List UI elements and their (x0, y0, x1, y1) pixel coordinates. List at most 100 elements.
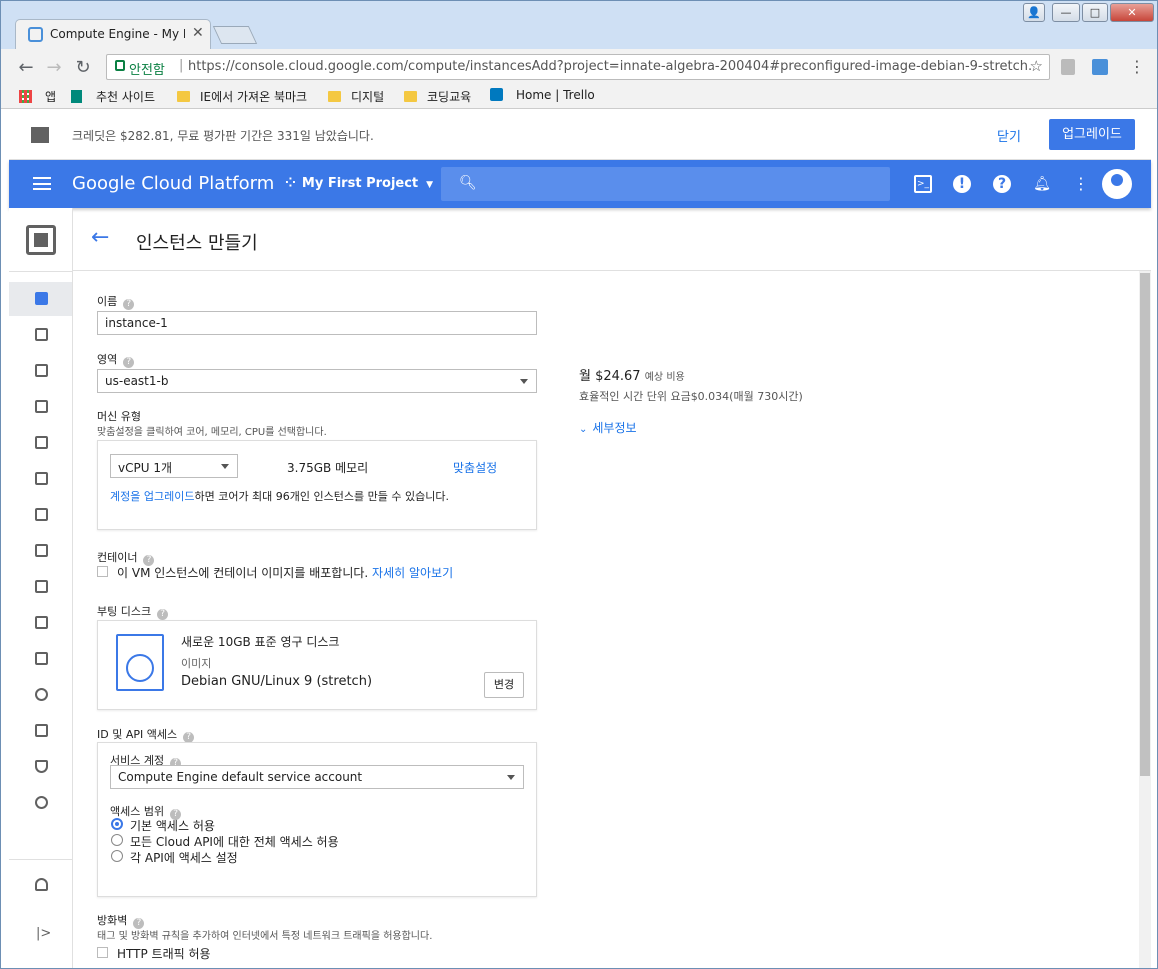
snapshots-icon[interactable] (35, 472, 48, 485)
dropdown-caret-icon (520, 379, 528, 384)
user-profile-button[interactable]: 👤 (1023, 3, 1045, 22)
help-icon[interactable]: ? (157, 609, 169, 620)
scope-radio-each[interactable] (111, 850, 123, 862)
scope-option-full[interactable]: 모든 Cloud API에 대한 전체 액세스 허용 (130, 833, 339, 850)
url-text[interactable]: https://console.cloud.google.com/compute… (188, 59, 1033, 74)
expand-sidebar-icon[interactable]: |> (36, 926, 51, 941)
brand-title[interactable]: Google Cloud Platform (72, 173, 274, 194)
bookmark-folder-coding[interactable]: 코딩교육 (404, 88, 471, 105)
operations-icon[interactable] (35, 688, 48, 701)
minimize-button[interactable]: — (1052, 3, 1080, 22)
cost-details-toggle[interactable]: ⌄ 세부정보 (579, 419, 637, 436)
metadata-icon[interactable] (35, 580, 48, 593)
dropdown-caret-icon (507, 775, 515, 780)
settings-icon[interactable] (35, 796, 48, 809)
security-scans-icon[interactable] (35, 760, 48, 773)
scope-option-default[interactable]: 기본 액세스 허용 (130, 817, 215, 834)
gift-icon (31, 127, 49, 143)
health-checks-icon[interactable] (35, 616, 48, 629)
images-icon[interactable] (35, 508, 48, 521)
search-bar[interactable]: 🔍︎ (441, 167, 890, 201)
bookmark-apps[interactable]: 앱 (19, 88, 56, 105)
browser-tab[interactable]: Compute Engine - My F ✕ (15, 19, 211, 49)
reload-icon[interactable]: ↻ (73, 57, 93, 78)
quotas-icon[interactable] (35, 724, 48, 737)
star-icon[interactable]: ☆ (1030, 57, 1043, 75)
scope-option-each[interactable]: 각 API에 액세스 설정 (130, 849, 238, 866)
tab-close-icon[interactable]: ✕ (192, 25, 204, 41)
upgrade-account-link[interactable]: 계정을 업그레이드 (110, 490, 194, 503)
service-account-select[interactable]: Compute Engine default service account (110, 765, 524, 789)
feedback-icon[interactable]: ! (953, 175, 971, 193)
expand-more-icon: ⌄ (579, 424, 588, 435)
secure-label: 안전함 (129, 63, 165, 78)
disks-icon[interactable] (35, 436, 48, 449)
zone-select[interactable]: us-east1-b (97, 369, 537, 393)
customize-link[interactable]: 맞춤설정 (453, 459, 497, 476)
translate-extension-icon[interactable] (1092, 59, 1108, 75)
bookmarks-bar: 앱 추천 사이트 IE에서 가져온 북마크 디지털 코딩교육 Home | Tr… (1, 85, 1157, 109)
help-icon[interactable]: ? (123, 357, 135, 368)
search-icon: 🔍︎ (459, 175, 477, 191)
window-close-button[interactable]: ✕ (1110, 3, 1154, 22)
notifications-icon[interactable]: 🔔︎ (1033, 175, 1051, 193)
project-dots-icon: ⁘ (285, 176, 296, 191)
vm-instances-icon[interactable] (35, 292, 48, 305)
cloud-shell-icon[interactable]: >_ (914, 175, 932, 193)
new-tab-button[interactable] (212, 26, 258, 44)
machine-type-panel: vCPU 1개 3.75GB 메모리 맞춤설정 계정을 업그레이드하면 코어가 … (97, 440, 537, 530)
disk-platter-icon (126, 654, 154, 682)
marketplace-rocket-icon[interactable] (35, 878, 48, 891)
more-vert-icon[interactable]: ⋮ (1072, 175, 1090, 193)
bookmark-folder-digital[interactable]: 디지털 (328, 88, 384, 105)
bookmark-recommended[interactable]: 추천 사이트 (71, 88, 155, 105)
menu-icon[interactable] (33, 177, 51, 190)
container-text: 이 VM 인스턴스에 컨테이너 이미지를 배포합니다. 자세히 알아보기 (117, 566, 454, 580)
zones-icon[interactable] (35, 652, 48, 665)
bookmark-folder-ie[interactable]: IE에서 가져온 북마크 (177, 88, 317, 105)
api-access-label: ID 및 API 액세스? (97, 726, 195, 743)
back-arrow-icon[interactable]: ← (91, 225, 109, 250)
page-scrollbar[interactable] (1139, 271, 1151, 968)
change-boot-disk-button[interactable]: 변경 (484, 672, 524, 698)
container-checkbox[interactable] (97, 566, 108, 577)
maximize-button[interactable]: □ (1082, 3, 1108, 22)
trial-message: 크레딧은 $282.81, 무료 평가판 기간은 331일 남았습니다. (72, 129, 374, 143)
bookmark-trello[interactable]: Home | Trello (490, 88, 595, 102)
sole-tenant-nodes-icon[interactable] (35, 400, 48, 413)
zone-label: 영역? (97, 351, 135, 368)
tab-strip: Compute Engine - My F ✕ 👤 — □ ✕ (1, 1, 1157, 49)
scrollbar-thumb[interactable] (1140, 273, 1150, 776)
avatar[interactable] (1102, 169, 1132, 199)
boot-disk-label: 부팅 디스크? (97, 603, 169, 620)
pdf-extension-icon[interactable] (1061, 59, 1075, 75)
firewall-hint: 태그 및 방화벽 규칙을 추가하여 인터넷에서 특정 네트워크 트래픽을 허용합… (97, 931, 433, 942)
name-input[interactable]: instance-1 (97, 311, 537, 335)
boot-image-name: Debian GNU/Linux 9 (stretch) (181, 674, 373, 689)
instance-templates-icon[interactable] (35, 364, 48, 377)
api-access-panel: 서비스 계정? Compute Engine default service a… (97, 742, 537, 897)
help-icon[interactable]: ? (993, 175, 1011, 193)
dismiss-banner-button[interactable]: 닫기 (997, 126, 1021, 145)
sidebar-divider (9, 271, 73, 272)
learn-more-link[interactable]: 자세히 알아보기 (372, 566, 453, 580)
upgrade-button[interactable]: 업그레이드 (1049, 119, 1135, 150)
cpu-select[interactable]: vCPU 1개 (110, 454, 238, 478)
project-selector[interactable]: ⁘ My First Project ▼ (285, 176, 433, 191)
address-bar[interactable]: 안전함 | https://console.cloud.google.com/c… (106, 54, 1050, 80)
scope-radio-default[interactable] (111, 818, 123, 830)
name-label: 이름? (97, 293, 135, 310)
folder-icon (404, 91, 417, 102)
instance-groups-icon[interactable] (35, 328, 48, 341)
page-header: ← 인스턴스 만들기 (73, 208, 1151, 271)
lock-icon (115, 60, 125, 71)
help-icon[interactable]: ? (123, 299, 135, 310)
back-nav-icon[interactable]: ← (16, 57, 36, 78)
forward-nav-icon[interactable]: → (44, 57, 64, 78)
committed-use-icon[interactable] (35, 544, 48, 557)
scope-radio-full[interactable] (111, 834, 123, 846)
compute-engine-favicon-icon (28, 27, 43, 42)
browser-window: Compute Engine - My F ✕ 👤 — □ ✕ ← → ↻ 안전… (0, 0, 1158, 969)
chrome-menu-icon[interactable]: ⋮ (1129, 57, 1145, 76)
http-traffic-checkbox[interactable] (97, 947, 108, 958)
